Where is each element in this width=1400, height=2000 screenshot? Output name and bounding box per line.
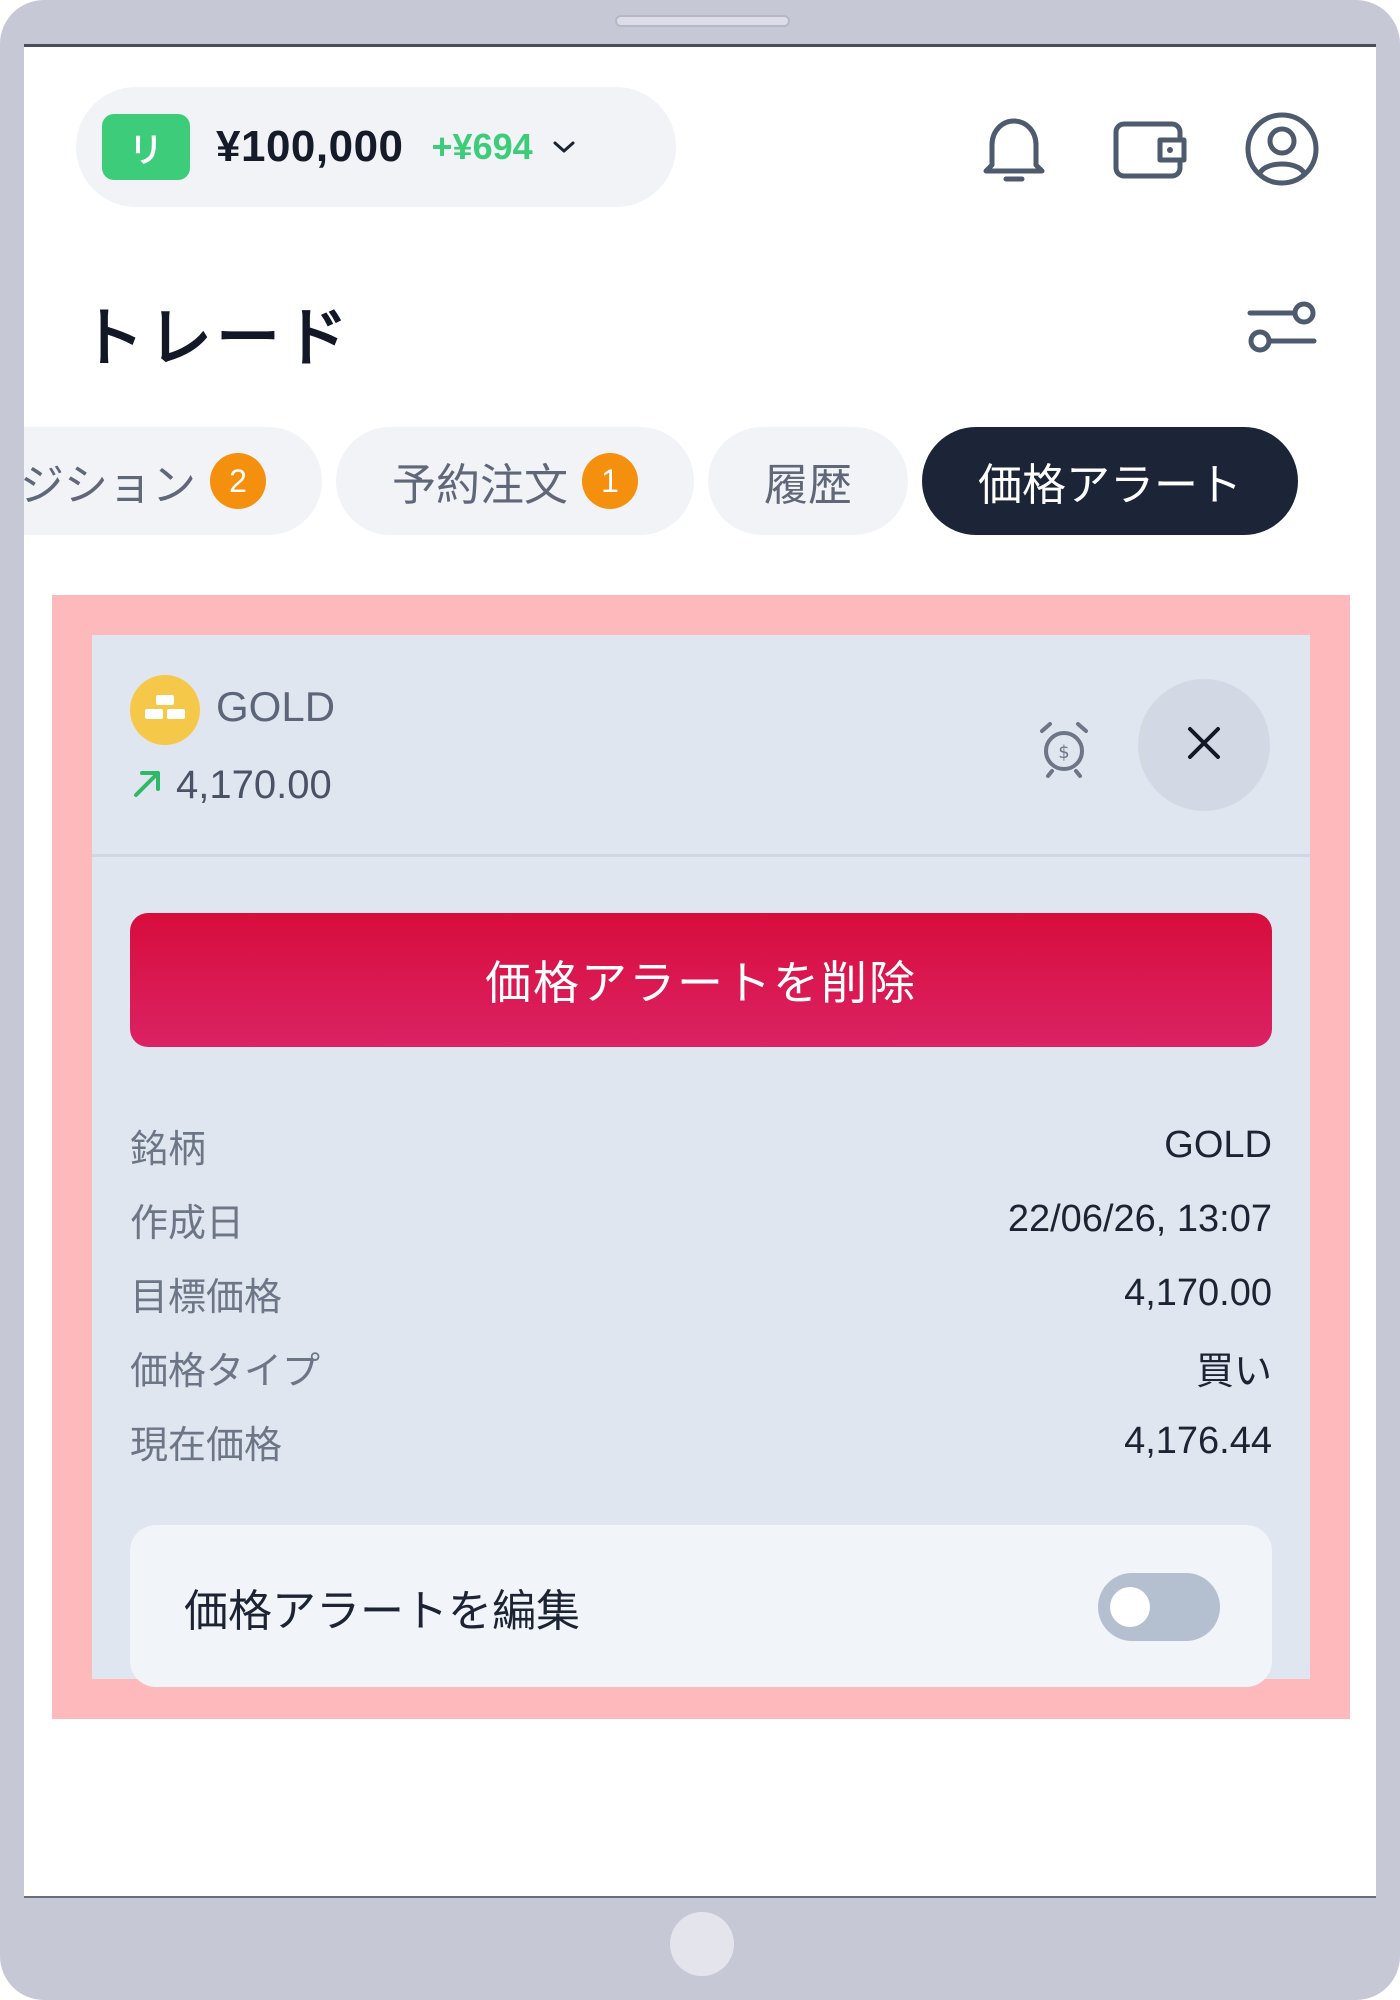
home-button[interactable] <box>670 1912 734 1976</box>
bell-icon[interactable] <box>974 109 1054 189</box>
device-speaker <box>615 15 790 27</box>
detail-value: 4,170.00 <box>1124 1271 1272 1314</box>
detail-row: 現在価格 4,176.44 <box>130 1411 1272 1471</box>
gold-bars-icon <box>130 675 200 745</box>
alarm-clock-icon: $ <box>1032 715 1096 779</box>
edit-alert-row: 価格アラートを編集 <box>130 1525 1272 1687</box>
alert-price-row: 4,170.00 <box>130 763 332 808</box>
toggle-knob <box>1110 1587 1150 1627</box>
detail-label: 銘柄 <box>130 1126 207 1171</box>
svg-text:$: $ <box>1058 742 1069 763</box>
balance-amount: ¥100,000 <box>216 122 404 171</box>
account-balance-selector[interactable]: リ ¥100,000 +¥694 <box>76 87 676 207</box>
detail-label: 現在価格 <box>130 1422 283 1467</box>
price-alert-card: GOLD 4,170.00 $ 価格アラートを削除 銘柄 GOLD 作成日 22… <box>92 635 1310 1687</box>
alert-symbol: GOLD <box>216 683 336 730</box>
tab-label: 価格アラート <box>978 460 1242 511</box>
app-screen: リ ¥100,000 +¥694 トレード ジション 2 予約注文 1 履歴 価… <box>24 44 1376 1898</box>
tab-pending-orders[interactable]: 予約注文 1 <box>336 427 694 535</box>
profile-icon[interactable] <box>1242 109 1322 189</box>
close-button[interactable] <box>1138 679 1270 811</box>
wallet-icon[interactable] <box>1110 109 1190 189</box>
alert-price: 4,170.00 <box>176 763 332 807</box>
detail-value: GOLD <box>1164 1123 1272 1166</box>
tab-price-alerts[interactable]: 価格アラート <box>922 427 1298 535</box>
detail-label: 作成日 <box>130 1200 245 1245</box>
filter-settings-icon[interactable] <box>1242 293 1322 363</box>
tab-count-badge: 2 <box>210 453 266 509</box>
page-title: トレード <box>80 302 352 376</box>
detail-label: 目標価格 <box>130 1274 283 1319</box>
detail-row: 銘柄 GOLD <box>130 1115 1272 1175</box>
balance-change: +¥694 <box>431 126 533 167</box>
close-icon <box>1184 723 1224 767</box>
chevron-down-icon <box>547 130 581 164</box>
tab-label: ジション <box>24 460 196 511</box>
edit-alert-toggle[interactable] <box>1098 1573 1220 1641</box>
detail-value: 買い <box>1195 1350 1272 1393</box>
detail-value: 22/06/26, 13:07 <box>1007 1197 1272 1240</box>
tab-label: 履歴 <box>764 460 852 511</box>
alert-card-header: GOLD 4,170.00 $ <box>92 635 1310 857</box>
account-type-badge: リ <box>102 114 190 180</box>
detail-row: 目標価格 4,170.00 <box>130 1263 1272 1323</box>
tab-bar: ジション 2 予約注文 1 履歴 価格アラート <box>24 427 1298 537</box>
detail-value: 4,176.44 <box>1124 1419 1272 1462</box>
edit-alert-label: 価格アラートを編集 <box>184 1586 580 1637</box>
detail-row: 作成日 22/06/26, 13:07 <box>130 1189 1272 1249</box>
delete-alert-button[interactable]: 価格アラートを削除 <box>130 913 1272 1047</box>
tab-label: 予約注文 <box>392 460 568 511</box>
arrow-up-right-icon <box>130 767 164 805</box>
detail-row: 価格タイプ 買い <box>130 1337 1272 1397</box>
detail-label: 価格タイプ <box>130 1348 321 1393</box>
tab-history[interactable]: 履歴 <box>708 427 908 535</box>
tab-count-badge: 1 <box>582 453 638 509</box>
device-frame: リ ¥100,000 +¥694 トレード ジション 2 予約注文 1 履歴 価… <box>0 0 1400 2000</box>
tab-positions[interactable]: ジション 2 <box>24 427 322 535</box>
